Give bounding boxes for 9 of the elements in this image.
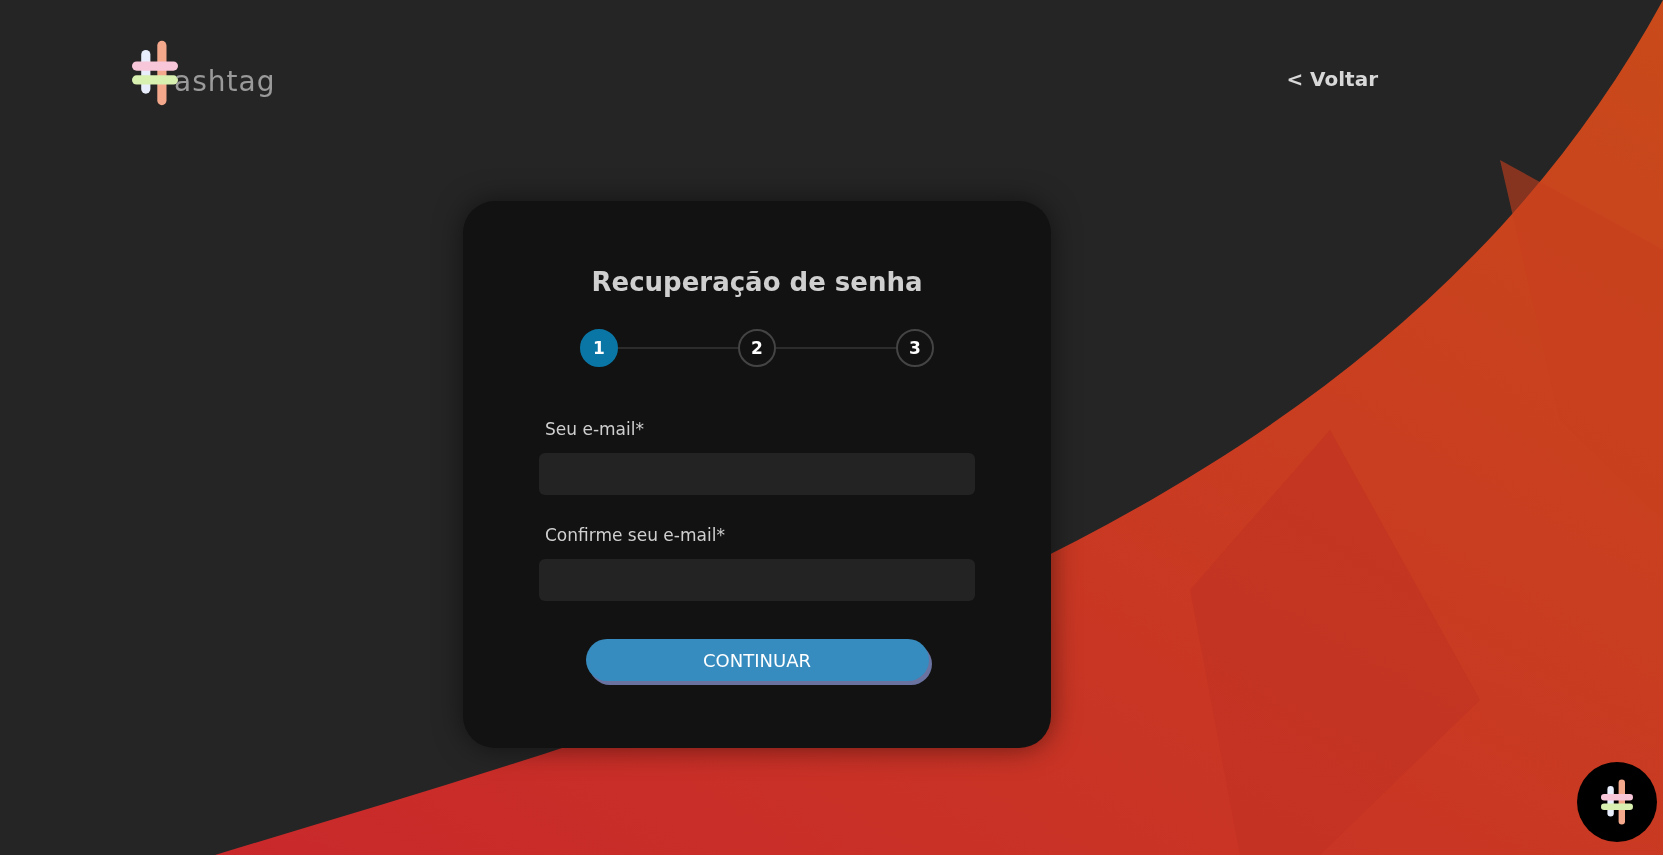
step-indicator: 3 [896, 329, 934, 367]
card-title: Recuperação de senha [591, 267, 923, 297]
hash-logo-icon [1601, 778, 1633, 826]
back-link[interactable]: < Voltar [1286, 67, 1378, 91]
logo-text: ashtag [174, 65, 276, 98]
field-label: Confirme seu e-mail* [545, 525, 726, 545]
field-label: Seu e-mail* [545, 419, 645, 439]
step-indicator: 1 [580, 329, 618, 367]
step-indicator: 2 [738, 329, 776, 367]
